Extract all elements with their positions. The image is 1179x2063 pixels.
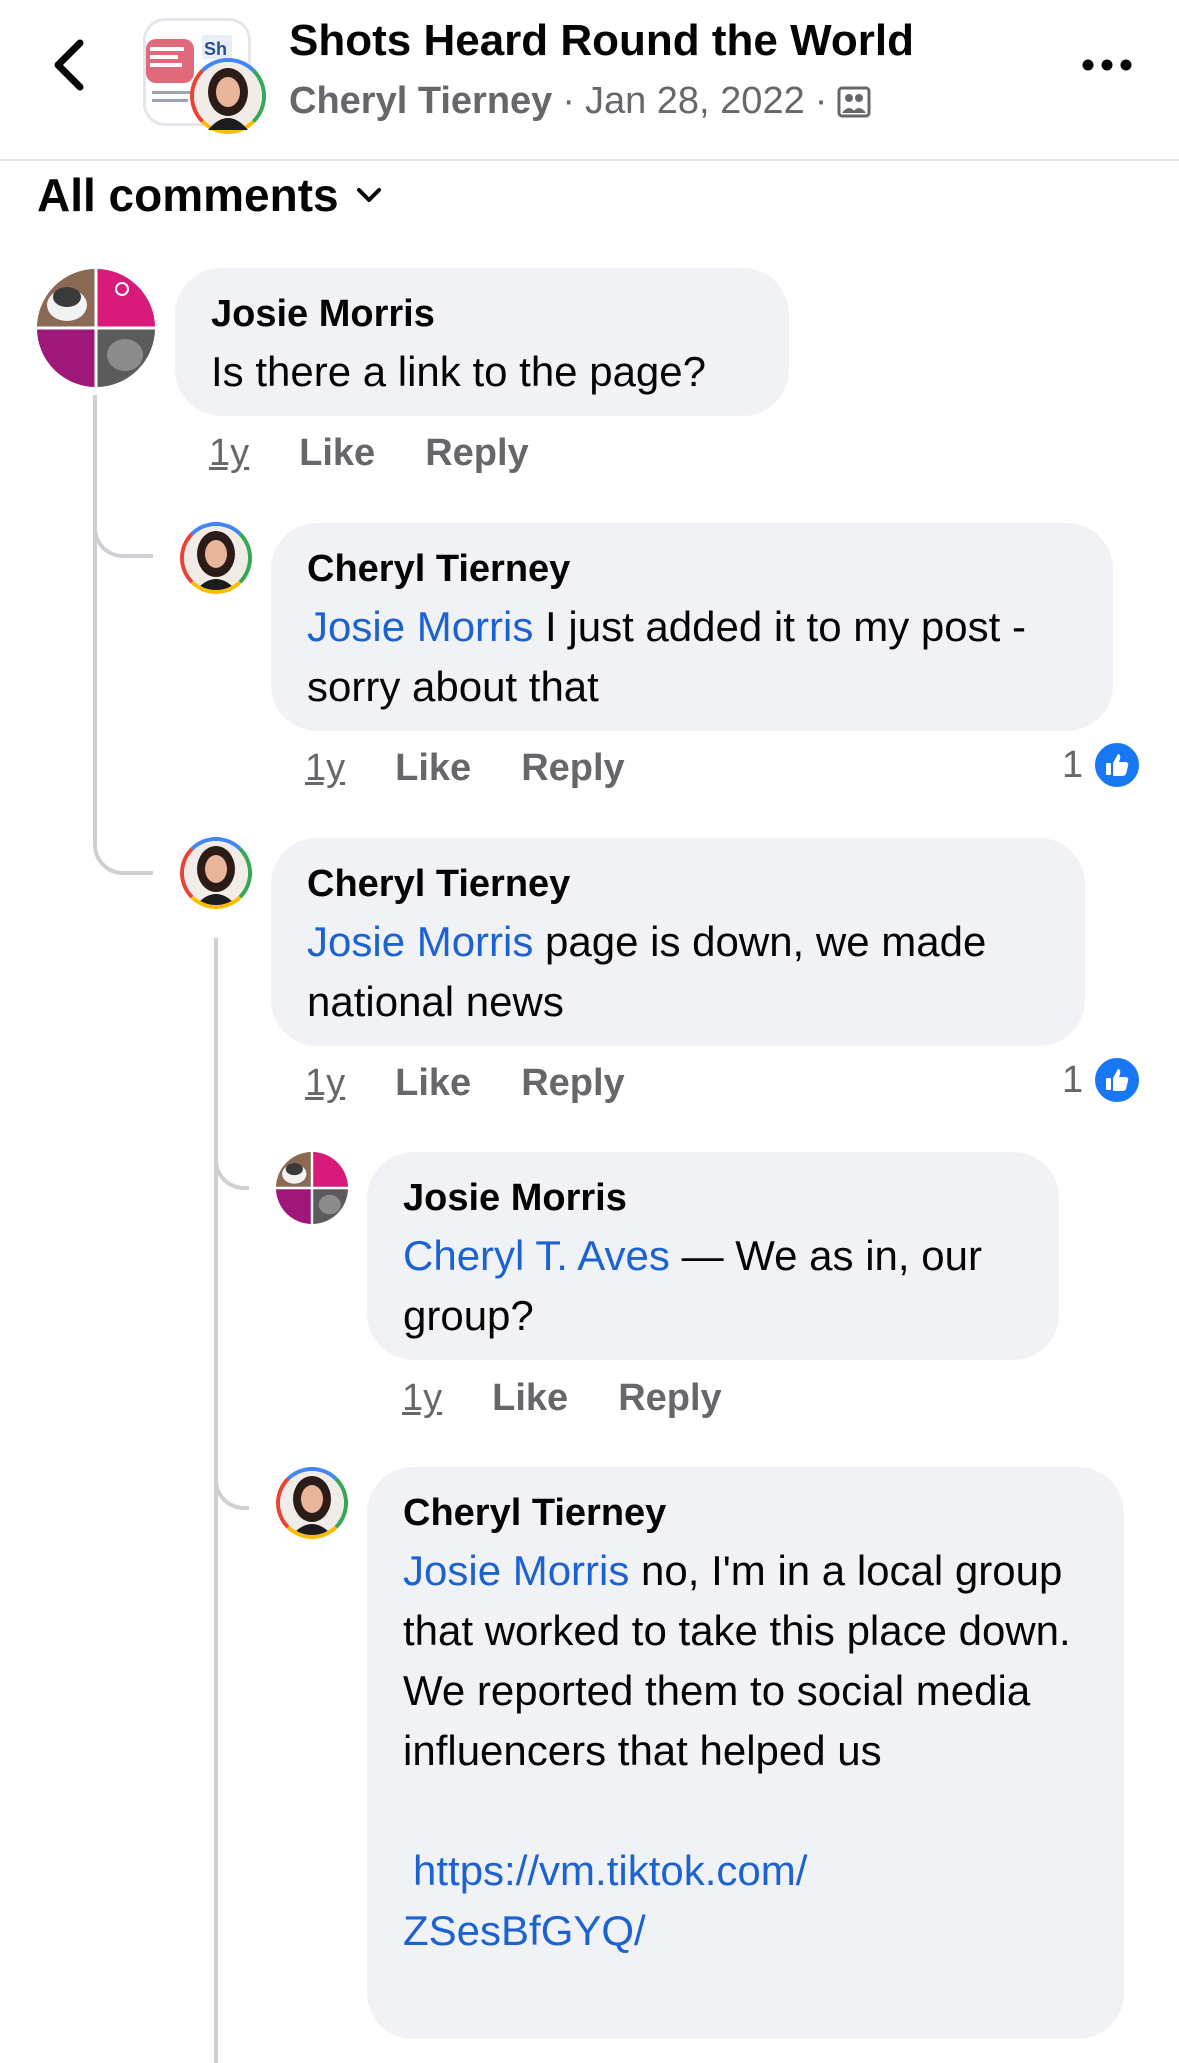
- comment-text: Cheryl T. Aves — We as in, our group?: [403, 1226, 1023, 1346]
- thread-connector: [93, 520, 153, 875]
- like-button[interactable]: Like: [492, 1377, 568, 1420]
- meta-separator: ·: [562, 80, 575, 122]
- reply-button[interactable]: Reply: [521, 747, 624, 790]
- comment-actions: 1y Like Reply: [305, 1062, 675, 1105]
- like-button[interactable]: Like: [395, 747, 471, 790]
- commenter-avatar[interactable]: [276, 1152, 348, 1224]
- reaction-count: 1: [1062, 743, 1084, 786]
- meta-separator: ·: [814, 80, 828, 122]
- comment-timestamp[interactable]: 1y: [209, 432, 249, 475]
- reply-button[interactable]: Reply: [521, 1062, 624, 1105]
- comment-bubble[interactable]: Cheryl Tierney Josie Morris page is down…: [271, 838, 1085, 1046]
- comment-text: Josie Morris I just added it to my post …: [307, 597, 1077, 717]
- commenter-name[interactable]: Cheryl Tierney: [403, 1489, 1088, 1537]
- group-audience-icon: [837, 86, 871, 117]
- commenter-name[interactable]: Josie Morris: [403, 1174, 1023, 1222]
- commenter-avatar[interactable]: [180, 837, 252, 909]
- back-button[interactable]: [40, 30, 100, 100]
- chevron-down-icon: [356, 188, 381, 202]
- post-date[interactable]: Jan 28, 2022: [585, 80, 805, 123]
- commenter-avatar[interactable]: [276, 1467, 348, 1539]
- like-button[interactable]: Like: [299, 432, 375, 475]
- more-options-button[interactable]: [1075, 40, 1139, 90]
- comment-bubble[interactable]: Josie Morris Is there a link to the page…: [175, 268, 789, 416]
- comment-actions: 1y Like Reply: [402, 1377, 772, 1420]
- comment-text: Josie Morris page is down, we made natio…: [307, 912, 1049, 1032]
- chevron-left-icon: [54, 39, 84, 91]
- comment-actions: 1y Like Reply: [305, 747, 675, 790]
- post-title[interactable]: Shots Heard Round the World: [289, 16, 914, 66]
- mention-link[interactable]: Josie Morris: [307, 918, 533, 965]
- comment-bubble[interactable]: Cheryl Tierney Josie Morris I just added…: [271, 523, 1113, 731]
- thread-connector: [214, 1450, 249, 1510]
- thread-connector: [214, 1130, 249, 1190]
- comment-text: Josie Morris no, I'm in a local group th…: [403, 1541, 1088, 1781]
- comment-timestamp[interactable]: 1y: [402, 1377, 442, 1420]
- reply-button[interactable]: Reply: [618, 1377, 721, 1420]
- svg-text:Sh: Sh: [204, 39, 227, 59]
- commenter-avatar[interactable]: [180, 522, 252, 594]
- reaction-summary[interactable]: 1: [1062, 1056, 1142, 1104]
- post-meta: Cheryl Tierney · Jan 28, 2022 ·: [289, 80, 871, 123]
- link-line[interactable]: https://vm.tiktok.com/: [403, 1841, 1088, 1901]
- mention-link[interactable]: Josie Morris: [403, 1547, 629, 1594]
- link-line[interactable]: ZSesBfGYQ/: [403, 1901, 1088, 1961]
- comment-text: Is there a link to the page?: [211, 348, 706, 395]
- thread-line: [214, 938, 218, 2063]
- commenter-name[interactable]: Cheryl Tierney: [307, 545, 1077, 593]
- thumbs-up-icon: [1093, 741, 1142, 789]
- comment-link[interactable]: https://vm.tiktok.com/ ZSesBfGYQ/: [403, 1841, 1088, 1961]
- comment-timestamp[interactable]: 1y: [305, 1062, 345, 1105]
- more-horizontal-icon: [1082, 59, 1132, 71]
- comment-bubble[interactable]: Josie Morris Cheryl T. Aves — We as in, …: [367, 1152, 1059, 1360]
- reply-button[interactable]: Reply: [425, 432, 528, 475]
- author-avatar[interactable]: [190, 58, 266, 134]
- like-button[interactable]: Like: [395, 1062, 471, 1105]
- reaction-count: 1: [1062, 1058, 1084, 1101]
- mention-link[interactable]: Josie Morris: [307, 603, 533, 650]
- commenter-name[interactable]: Josie Morris: [211, 290, 753, 338]
- comment-filter-label: All comments: [37, 169, 339, 221]
- comment-bubble[interactable]: Cheryl Tierney Josie Morris no, I'm in a…: [367, 1467, 1124, 2039]
- commenter-name[interactable]: Cheryl Tierney: [307, 860, 1049, 908]
- post-header: Sh Shots Heard Round the World Cheryl Ti…: [0, 0, 1179, 161]
- thumbs-up-icon: [1093, 1056, 1142, 1104]
- post-author[interactable]: Cheryl Tierney: [289, 80, 552, 123]
- commenter-avatar[interactable]: [37, 269, 155, 387]
- reaction-summary[interactable]: 1: [1062, 741, 1142, 789]
- comment-actions: 1y Like Reply: [209, 432, 579, 475]
- mention-link[interactable]: Cheryl T. Aves: [403, 1232, 670, 1279]
- comment-timestamp[interactable]: 1y: [305, 747, 345, 790]
- comment-filter-dropdown[interactable]: All comments: [37, 168, 383, 222]
